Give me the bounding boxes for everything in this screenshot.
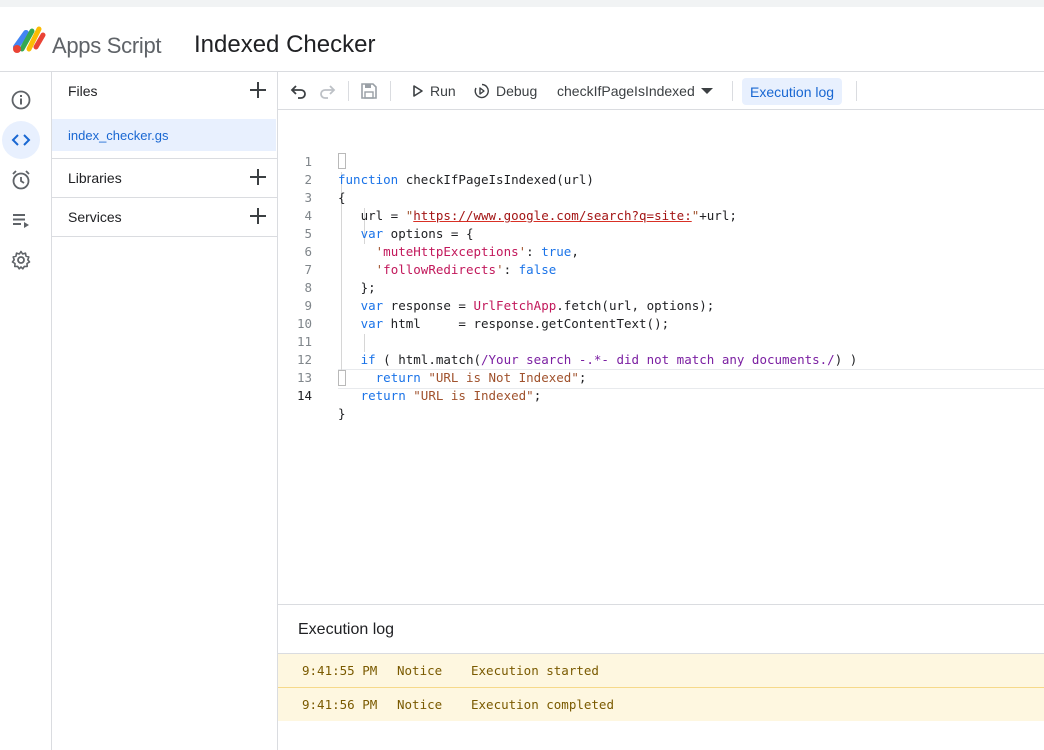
debug-icon (474, 83, 489, 99)
libraries-section-header[interactable]: Libraries (52, 159, 278, 197)
code-editor[interactable]: 1 function checkIfPageIsIndexed(url) 2 {… (278, 110, 1044, 604)
libraries-label: Libraries (68, 170, 122, 186)
code-text: return "URL is Indexed"; (360, 388, 542, 403)
save-icon (361, 83, 377, 99)
toolbar-divider (856, 81, 857, 101)
overview-icon (11, 90, 31, 110)
app-name[interactable]: Apps Script (52, 33, 162, 59)
file-item-index-checker[interactable]: index_checker.gs (52, 119, 276, 151)
undo-icon (290, 85, 306, 99)
log-message: Execution completed (471, 697, 614, 712)
function-select[interactable]: checkIfPageIsIndexed (557, 72, 713, 110)
caret-down-icon (700, 88, 713, 94)
code-line: 6 'followRedirects': false (278, 225, 1044, 277)
triggers-button[interactable] (2, 161, 40, 199)
debug-label: Debug (496, 83, 538, 99)
add-file-icon[interactable] (248, 80, 268, 100)
code-line: 11 if ( html.match(/Your search -.*- did… (278, 315, 1044, 367)
executions-icon (13, 214, 29, 228)
run-button[interactable]: Run (412, 72, 456, 110)
debug-button[interactable]: Debug (474, 72, 537, 110)
files-label: Files (68, 83, 98, 99)
editor-icon (11, 134, 31, 146)
log-level: Notice (397, 697, 443, 712)
redo-icon (320, 85, 336, 99)
editor-button[interactable] (2, 121, 40, 159)
triggers-icon (12, 170, 30, 190)
divider (52, 236, 278, 237)
log-time: 9:41:55 PM (302, 663, 378, 678)
services-section-header[interactable]: Services (52, 198, 278, 236)
toolbar-divider (348, 81, 349, 101)
play-icon (413, 85, 423, 97)
settings-button[interactable] (2, 241, 40, 279)
log-message: Execution started (471, 663, 599, 678)
toolbar-divider (732, 81, 733, 101)
undo-button[interactable] (290, 72, 308, 110)
code-line: 12 return "URL is Not Indexed"; (278, 333, 1044, 385)
log-entry: 9:41:56 PM Notice Execution completed (278, 688, 1044, 721)
services-label: Services (68, 209, 122, 225)
code-line: 3 url = "https://www.google.com/search?q… (278, 171, 1044, 223)
left-rail (0, 72, 52, 750)
executions-button[interactable] (2, 201, 40, 239)
save-button[interactable] (360, 72, 378, 110)
overview-button[interactable] (2, 81, 40, 119)
files-panel: Files index_checker.gs Libraries Service… (52, 72, 278, 750)
log-entry: 9:41:55 PM Notice Execution started (278, 654, 1044, 687)
log-level: Notice (397, 663, 443, 678)
log-time: 9:41:56 PM (302, 697, 378, 712)
code-line: 2 { (278, 153, 1044, 205)
function-select-value: checkIfPageIsIndexed (557, 83, 695, 99)
code-line: 9 var html = response.getContentText(); (278, 279, 1044, 331)
code-line: 4 var options = { (278, 189, 1044, 241)
toolbar-divider (390, 81, 391, 101)
redo-button[interactable] (318, 72, 336, 110)
settings-icon (11, 250, 31, 270)
execution-log-title: Execution log (298, 621, 395, 638)
execution-log-panel: Execution log 9:41:55 PM Notice Executio… (278, 604, 1044, 750)
editor-toolbar: Run Debug checkIfPageIsIndexed Execution… (278, 72, 1044, 110)
code-line: 14 } (278, 369, 1044, 421)
line-number: 14 (296, 388, 312, 403)
add-service-icon[interactable] (248, 206, 268, 226)
code-line: 1 function checkIfPageIsIndexed(url) (278, 135, 1044, 187)
code-line: 7 }; (278, 243, 1044, 295)
code-line: 13 return "URL is Indexed"; (278, 351, 1044, 403)
code-line: 5 'muteHttpExceptions': true, (278, 207, 1044, 259)
top-header: Apps Script Indexed Checker (0, 0, 1044, 72)
run-label: Run (430, 83, 456, 99)
apps-script-logo-icon[interactable] (12, 25, 46, 55)
code-text: } (338, 406, 346, 421)
code-line: 10 (278, 297, 1044, 331)
project-title[interactable]: Indexed Checker (194, 31, 375, 59)
execution-log-button[interactable]: Execution log (742, 78, 843, 105)
add-library-icon[interactable] (248, 167, 268, 187)
code-line: 8 var response = UrlFetchApp.fetch(url, … (278, 261, 1044, 313)
files-section-header: Files (52, 72, 278, 110)
